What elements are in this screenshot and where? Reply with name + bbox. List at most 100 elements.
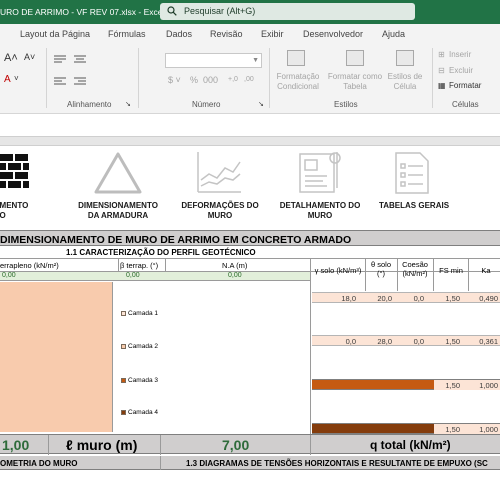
grid-line [397, 259, 398, 291]
header-na: N.A (m) [222, 261, 248, 270]
grid-line [365, 259, 366, 291]
layer-4-fs: 1,50 [445, 425, 460, 434]
section-geometria: OMETRIA DO MURO [0, 459, 78, 468]
tab-desenvolvedor[interactable]: Desenvolvedor [303, 29, 363, 39]
tab-formulas[interactable]: Fórmulas [108, 29, 146, 39]
nav-label-tabelas-gerais[interactable]: TABELAS GERAIS [366, 201, 462, 211]
decrease-decimal-icon[interactable]: ,00 [244, 75, 254, 85]
formatar-button[interactable]: Formatar [449, 81, 481, 90]
title-band: DIMENSIONAMENTO DE MURO DE ARRIMO EM CON… [0, 230, 500, 246]
na-value[interactable]: 0,00 [228, 272, 242, 279]
separator [138, 48, 139, 108]
format-as-table-icon [346, 50, 364, 66]
header-ka: Ka [481, 266, 491, 275]
separator [432, 48, 433, 108]
nav-label-dimensionamento-muro[interactable]: NAMENTO URO [0, 201, 28, 221]
ribbon-tabs: Layout da Página Fórmulas Dados Revisão … [0, 24, 500, 44]
font-color-dropdown-icon[interactable]: ˅ [14, 74, 19, 83]
tab-revisao[interactable]: Revisão [210, 29, 243, 39]
value-l-muro[interactable]: 7,00 [222, 437, 249, 453]
number-format-select[interactable]: ▼ [165, 53, 262, 68]
grid-line [165, 259, 166, 272]
layer-1-gamma[interactable]: 18,0 [326, 294, 356, 303]
layer-4-swatch [121, 410, 126, 415]
section-title: 1.1 CARACTERIZAÇÃO DO PERFIL GEOTÉCNICO [66, 248, 256, 257]
layer-4-ka: 1,000 [479, 425, 498, 434]
triangle-icon[interactable] [92, 150, 144, 196]
layer-3-fs: 1,50 [445, 381, 460, 390]
layer-2-swatch [121, 344, 126, 349]
sheet-main-title: DIMENSIONAMENTO DE MURO DE ARRIMO EM CON… [0, 234, 352, 246]
brick-wall-icon[interactable] [0, 152, 30, 192]
font-color-icon[interactable]: A [4, 74, 11, 85]
line-graph-icon[interactable] [195, 150, 243, 196]
label-q-total: q total (kN/m²) [370, 438, 451, 452]
nav-label-dimensionamento-armadura[interactable]: DIMENSIONAMENTO DA ARMADURA [70, 201, 166, 221]
inserir-button[interactable]: Inserir [449, 50, 471, 60]
header-fs-min: FS min [439, 266, 463, 275]
layer-1-theta[interactable]: 20,0 [362, 294, 392, 303]
section-diagramas: 1.3 DIAGRAMAS DE TENSÕES HORIZONTAIS E R… [186, 459, 488, 468]
group-label-alinhamento: Alinhamento [67, 100, 112, 109]
excluir-button[interactable]: Excluir [449, 66, 473, 76]
tab-exibir[interactable]: Exibir [261, 29, 284, 39]
numero-launcher-icon[interactable]: ↘ [258, 100, 264, 108]
summary-value-left: 1,00 [2, 437, 30, 453]
layer-1-fs: 1,50 [445, 294, 460, 303]
tab-dados[interactable]: Dados [166, 29, 192, 39]
search-input[interactable]: Pesquisar (Alt+G) [184, 6, 255, 16]
layer-1-swatch [121, 311, 126, 316]
layer-1-row: 18,0 20,0 0,0 1,50 0,490 [312, 292, 500, 303]
layer-1-ka: 0,490 [479, 294, 498, 303]
grid-line [433, 259, 434, 291]
estilos-de-celula-button[interactable]: Estilos de Célula [384, 72, 426, 92]
terrapleno-value[interactable]: 0,00 [2, 272, 16, 279]
header-theta: θ solo (°) [370, 260, 391, 278]
group-label-celulas: Células [452, 100, 479, 109]
beta-value[interactable]: 0,00 [126, 272, 140, 279]
layer-1-coesao[interactable]: 0,0 [394, 294, 424, 303]
tab-ajuda[interactable]: Ajuda [382, 29, 405, 39]
layer-1-label: Camada 1 [128, 310, 158, 317]
summary-row: 1,00 ℓ muro (m) 7,00 q total (kN/m²) [0, 434, 500, 455]
title-bar: URO DE ARRIMO - VF REV 07.xlsx - Excel P… [0, 0, 500, 24]
layer-2-ka: 0,361 [479, 337, 498, 346]
layer-2-coesao[interactable]: 0,0 [394, 337, 424, 346]
increase-decimal-icon[interactable]: +,0 [228, 75, 238, 85]
document-list-icon[interactable] [392, 150, 432, 196]
percent-icon[interactable]: % [190, 75, 198, 85]
group-label-numero: Número [192, 100, 221, 109]
nav-label-detalhamento[interactable]: DETALHAMENTO DO MURO [272, 201, 368, 221]
grid-line [118, 259, 119, 272]
header-coesao: Coesão (kN/m²) [402, 260, 428, 278]
section-row: 1.1 CARACTERIZAÇÃO DO PERFIL GEOTÉCNICO [0, 246, 500, 259]
tab-layout-da-pagina[interactable]: Layout da Página [20, 29, 90, 39]
comma-style-icon[interactable]: 000 [203, 75, 218, 85]
formatacao-condicional-button[interactable]: Formatação Condicional [272, 72, 324, 92]
nav-label-deformacoes[interactable]: DEFORMAÇÕES DO MURO [172, 201, 268, 221]
column-header-strip [0, 136, 500, 146]
window-title: URO DE ARRIMO - VF REV 07.xlsx - Excel [0, 7, 165, 17]
excluir-icon: ⊟ [438, 66, 445, 75]
layer-2-gamma[interactable]: 0,0 [326, 337, 356, 346]
formatar-como-tabela-button[interactable]: Formatar como Tabela [326, 72, 384, 92]
header-gamma: γ solo (kN/m³) [314, 266, 362, 275]
accounting-format-icon[interactable]: $ ˅ [168, 75, 181, 85]
layer-2-label: Camada 2 [128, 343, 158, 350]
grid-line [160, 435, 161, 455]
group-label-estilos: Estilos [334, 100, 358, 109]
alinhamento-launcher-icon[interactable]: ↘ [125, 100, 131, 108]
search-box[interactable]: Pesquisar (Alt+G) [160, 3, 415, 20]
blueprint-icon[interactable] [297, 148, 345, 196]
grid-line [468, 259, 469, 291]
layer-2-fs: 1,50 [445, 337, 460, 346]
layer-3-ka: 1,000 [479, 381, 498, 390]
separator [46, 48, 47, 108]
soil-profile-area [0, 282, 113, 432]
alignment-icons[interactable] [52, 52, 112, 92]
layer-3-label: Camada 3 [128, 377, 158, 384]
font-size-decrease-icon[interactable]: A˅ [24, 52, 35, 62]
font-size-increase-icon[interactable]: A˄ [4, 52, 18, 64]
header-terrapleno: errapleno (kN/m²) [0, 261, 59, 270]
layer-2-theta[interactable]: 28,0 [362, 337, 392, 346]
